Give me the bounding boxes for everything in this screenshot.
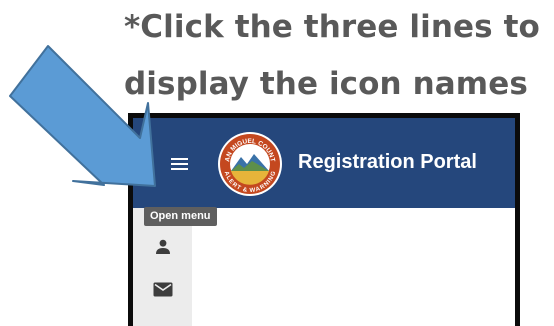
open-menu-tooltip: Open menu: [144, 207, 217, 226]
county-seal-logo: SAN MIGUEL COUNTY ALERT & WARNING: [217, 131, 282, 196]
person-icon[interactable]: [133, 226, 192, 268]
instruction-text-line-2: display the icon names: [124, 66, 528, 102]
mail-icon[interactable]: [133, 268, 192, 310]
app-header: SAN MIGUEL COUNTY ALERT & WARNING Regist…: [133, 118, 515, 208]
instruction-text-line-1: *Click the three lines to: [124, 9, 540, 45]
hamburger-menu-icon[interactable]: [165, 152, 195, 176]
app-screenshot: SAN MIGUEL COUNTY ALERT & WARNING Regist…: [128, 113, 520, 326]
portal-title: Registration Portal: [298, 151, 477, 173]
